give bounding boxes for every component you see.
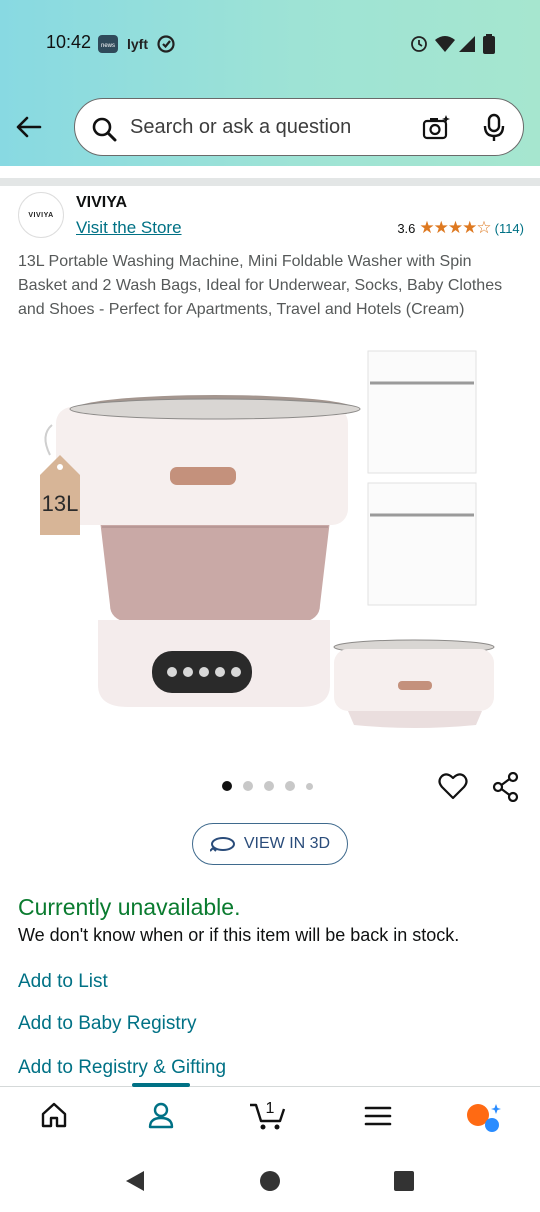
bottom-nav: 1 [0,1083,540,1148]
availability-message: We don't know when or if this item will … [18,925,460,945]
rufus-assistant-icon[interactable] [466,1101,506,1138]
brand-logo[interactable]: VIVIYA [18,192,64,238]
lyft-icon: lyft [127,34,149,54]
system-nav-bar [0,1148,540,1212]
product-title: 13L Portable Washing Machine, Mini Folda… [18,253,503,318]
carousel-dot[interactable] [243,781,253,791]
back-arrow-icon[interactable] [14,112,44,142]
add-to-registry-gifting-link[interactable]: Add to Registry & Gifting [18,1057,226,1079]
share-icon[interactable] [492,771,520,807]
search-input[interactable]: Search or ask a question [130,116,351,139]
visit-store-link[interactable]: Visit the Store [76,218,182,238]
rotate-3d-icon [209,837,235,852]
carousel-dot[interactable] [285,781,295,791]
home-icon[interactable] [40,1101,68,1134]
news-app-icon: news [98,34,118,54]
washer-folded-image [333,639,495,728]
svg-text:lyft: lyft [127,36,148,52]
menu-icon[interactable] [364,1105,392,1132]
search-icon [91,116,117,147]
carousel-dot-active[interactable] [222,781,232,791]
app-header: 10:42 news lyft Search or ask a question [0,0,540,166]
view-in-3d-button[interactable]: VIEW IN 3D [192,823,348,865]
add-to-baby-registry-link[interactable]: Add to Baby Registry [18,1013,196,1035]
rating-summary[interactable]: 3.6 ★★★★☆ (114) [397,218,524,238]
active-tab-indicator [132,1083,190,1087]
search-bar[interactable]: Search or ask a question [74,98,524,156]
status-time: 10:42 [46,32,92,52]
review-count[interactable]: (114) [495,221,524,236]
search-row: Search or ask a question [0,98,540,158]
svg-text:news: news [101,43,115,49]
tag-label: 13L [42,491,79,516]
status-bar: 10:42 news lyft [0,28,540,60]
product-image[interactable]: 13L [30,345,510,735]
brand-row: VIVIYA VIVIYA Visit the Store 3.6 ★★★★☆ … [18,190,524,240]
image-carousel-dots[interactable] [222,781,324,791]
system-back-icon[interactable] [124,1170,146,1197]
heart-icon[interactable] [438,772,468,805]
carousel-dot[interactable] [306,782,313,790]
star-rating-icon: ★★★★☆ [419,218,491,237]
section-divider [0,178,540,186]
brand-name: VIVIYA [76,194,127,211]
alarm-icon [410,34,428,54]
cart-icon[interactable]: 1 [248,1097,288,1136]
carousel-dot[interactable] [264,781,274,791]
add-to-list-link[interactable]: Add to List [18,971,108,993]
microphone-icon[interactable] [481,113,507,148]
system-home-icon[interactable] [259,1170,281,1197]
sync-icon [156,34,176,54]
signal-icon [458,34,476,54]
cart-count: 1 [266,1100,275,1117]
battery-icon [483,34,495,54]
wash-bag-image [367,350,477,606]
system-recents-icon[interactable] [394,1171,414,1196]
washer-main-image [44,395,361,707]
camera-search-icon[interactable] [421,113,451,148]
availability-status: Currently unavailable. [18,894,241,920]
account-icon[interactable] [147,1101,175,1134]
wifi-icon [434,34,456,54]
view-in-3d-label: VIEW IN 3D [243,835,331,852]
rating-value: 3.6 [397,220,416,236]
